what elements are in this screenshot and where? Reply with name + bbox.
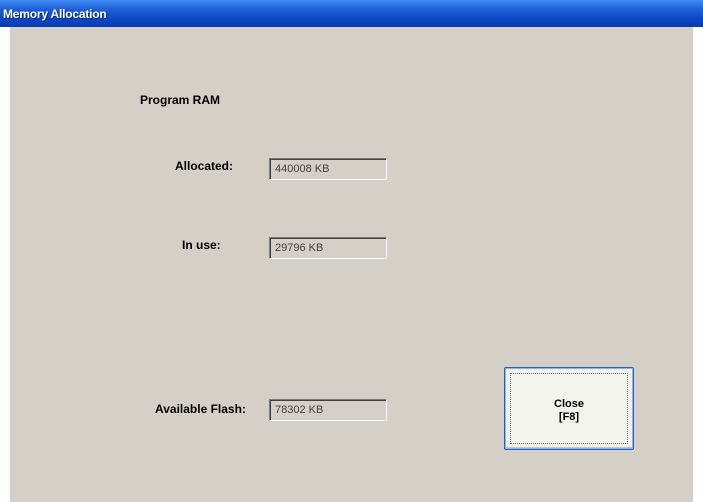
dialog-client-area: Program RAM Allocated: 440008 KB In use:… xyxy=(10,27,693,502)
window-title: Memory Allocation xyxy=(3,7,107,21)
close-button-label: Close xyxy=(554,398,584,410)
available-flash-value: 78302 KB xyxy=(275,404,324,416)
in-use-value: 29796 KB xyxy=(275,242,324,254)
allocated-label: Allocated: xyxy=(175,159,234,173)
close-button[interactable]: Close [F8] xyxy=(504,367,634,450)
memory-allocation-window: Memory Allocation Program RAM Allocated:… xyxy=(0,0,703,502)
in-use-field: 29796 KB xyxy=(269,237,387,259)
close-button-shortcut: [F8] xyxy=(558,411,580,423)
title-bar[interactable]: Memory Allocation xyxy=(0,0,703,27)
allocated-value: 440008 KB xyxy=(275,163,330,175)
program-ram-heading: Program RAM xyxy=(140,93,221,107)
available-flash-field: 78302 KB xyxy=(269,399,387,421)
available-flash-label: Available Flash: xyxy=(155,402,246,416)
in-use-label: In use: xyxy=(182,238,221,252)
allocated-field: 440008 KB xyxy=(269,158,387,180)
